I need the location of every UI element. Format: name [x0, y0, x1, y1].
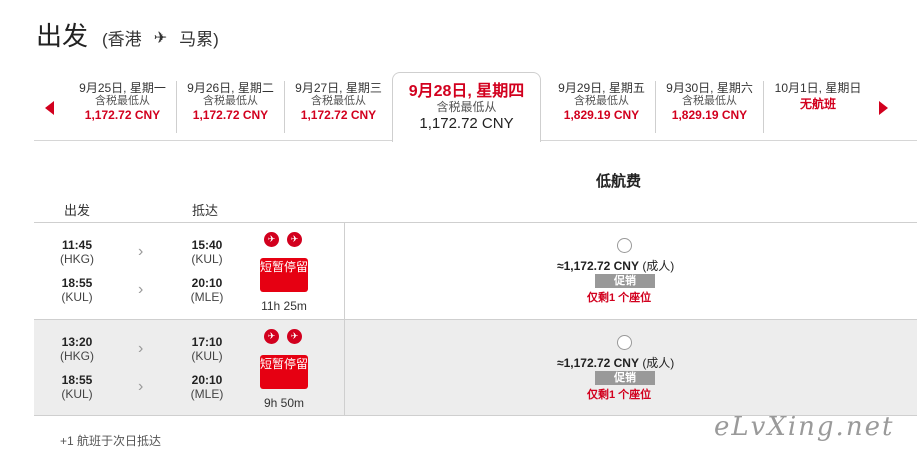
dep-airport: (KUL) [61, 387, 93, 401]
airplane-icon: ✈ [153, 29, 168, 47]
arr-airport: (MLE) [190, 387, 224, 401]
date-price: 1,172.72 CNY [192, 108, 269, 122]
depart-column-heading: 出发 [64, 203, 91, 218]
chevron-right-icon: › [138, 243, 144, 260]
date-label: 9月26日, 星期二 [187, 81, 274, 95]
arr-time: 17:10 [191, 335, 223, 349]
chevron-right-icon: › [138, 340, 144, 357]
chevron-right-icon: › [138, 378, 144, 395]
date-tab-7[interactable]: 10月1日, 星期日 无航班 [764, 81, 872, 133]
fare-amount: ≈1,172.72 CNY [557, 356, 639, 370]
seats-left: 仅剩1 个座位 [587, 389, 652, 401]
airline-logo-icon: ✈ [264, 232, 279, 247]
date-tab-3[interactable]: 9月27日, 星期三 含税最低从 1,172.72 CNY [285, 81, 393, 133]
flight-info: 13:20 (HKG) › 17:10 (KUL) 18:55 (KUL) › … [34, 320, 345, 415]
arr-airport: (KUL) [191, 252, 223, 266]
destination-city: 马累) [179, 30, 219, 49]
dep-airport: (HKG) [60, 349, 94, 363]
dep-time: 13:20 [61, 335, 93, 349]
page-title: 出发 [36, 21, 89, 51]
dep-time: 18:55 [61, 276, 93, 290]
arr-airport: (KUL) [191, 349, 223, 363]
date-tab-1[interactable]: 9月25日, 星期一 含税最低从 1,172.72 CNY [69, 81, 177, 133]
flight-duration: 9h 50m [263, 396, 305, 410]
date-tab-selected[interactable]: 9月28日, 星期四 含税最低从 1,172.72 CNY [392, 72, 541, 142]
dep-airport: (KUL) [61, 290, 93, 304]
selected-date-sub: 含税最低从 [436, 100, 497, 114]
fare-select-radio[interactable] [617, 335, 632, 350]
passenger-type: (成人) [642, 259, 675, 273]
date-tab-5[interactable]: 9月29日, 星期五 含税最低从 1,829.19 CNY [548, 81, 656, 133]
seats-left: 仅剩1 个座位 [587, 292, 652, 304]
date-sub: 含税最低从 [311, 95, 366, 107]
carrier-icons: ✈ ✈ [264, 232, 302, 247]
arrive-column-heading: 抵达 [192, 203, 219, 218]
flight-duration: 11h 25m [261, 299, 307, 313]
date-tab-2[interactable]: 9月26日, 星期二 含税最低从 1,172.72 CNY [177, 81, 285, 133]
chevron-right-icon: › [138, 281, 144, 298]
arr-time: 20:10 [191, 276, 223, 290]
date-label: 9月25日, 星期一 [79, 81, 166, 95]
dep-time: 11:45 [61, 238, 93, 252]
date-label: 9月30日, 星期六 [666, 81, 753, 95]
airline-logo-icon: ✈ [287, 232, 302, 247]
selected-date-label: 9月28日, 星期四 [408, 83, 525, 100]
stopover-badge[interactable]: 短暂停留 [260, 355, 308, 389]
arr-time: 20:10 [191, 373, 223, 387]
airline-logo-icon: ✈ [287, 329, 302, 344]
promo-badge: 促销 [595, 371, 655, 385]
date-label: 9月27日, 星期三 [295, 81, 382, 95]
fare-select-radio[interactable] [617, 238, 632, 253]
page-header: 出发 (香港 ✈ 马累) [36, 16, 219, 53]
date-sub: 含税最低从 [682, 95, 737, 107]
stopover-badge[interactable]: 短暂停留 [260, 258, 308, 292]
route-summary: (香港 ✈ 马累) [102, 25, 219, 50]
fare-column-heading: 低航费 [596, 173, 642, 190]
selected-date-price: 1,172.72 CNY [419, 115, 514, 132]
date-label: 9月29日, 星期五 [558, 81, 645, 95]
dep-airport: (HKG) [60, 252, 94, 266]
date-label: 10月1日, 星期日 [774, 81, 862, 95]
previous-dates-arrow-icon[interactable] [45, 101, 54, 115]
date-price: 1,172.72 CNY [300, 108, 377, 122]
fare-amount: ≈1,172.72 CNY [557, 259, 639, 273]
date-sub: 含税最低从 [95, 95, 150, 107]
date-price: 1,829.19 CNY [671, 108, 748, 122]
next-day-footnote: +1 航班于次日抵达 [60, 434, 162, 448]
carrier-icons: ✈ ✈ [264, 329, 302, 344]
fare-price: ≈1,172.72 CNY (成人) [557, 354, 674, 371]
date-tab-6[interactable]: 9月30日, 星期六 含税最低从 1,829.19 CNY [656, 81, 764, 133]
next-dates-arrow-icon[interactable] [879, 101, 888, 115]
date-sub: 含税最低从 [574, 95, 629, 107]
flight-row[interactable]: 11:45 (HKG) › 15:40 (KUL) 18:55 (KUL) › … [34, 222, 917, 319]
dep-time: 18:55 [61, 373, 93, 387]
flight-info: 11:45 (HKG) › 15:40 (KUL) 18:55 (KUL) › … [34, 223, 345, 319]
passenger-type: (成人) [642, 356, 675, 370]
arr-airport: (MLE) [190, 290, 224, 304]
arr-time: 15:40 [191, 238, 223, 252]
date-selector: 9月25日, 星期一 含税最低从 1,172.72 CNY 9月26日, 星期二… [34, 72, 917, 142]
no-flights-label: 无航班 [799, 97, 836, 111]
airline-logo-icon: ✈ [264, 329, 279, 344]
date-price: 1,829.19 CNY [563, 108, 640, 122]
date-price: 1,172.72 CNY [84, 108, 161, 122]
watermark: eLvXing.net [714, 412, 895, 442]
date-sub: 含税最低从 [203, 95, 258, 107]
origin-city: (香港 [102, 30, 142, 49]
flight-row[interactable]: 13:20 (HKG) › 17:10 (KUL) 18:55 (KUL) › … [34, 319, 917, 416]
fare-price: ≈1,172.72 CNY (成人) [557, 257, 674, 274]
promo-badge: 促销 [595, 274, 655, 288]
